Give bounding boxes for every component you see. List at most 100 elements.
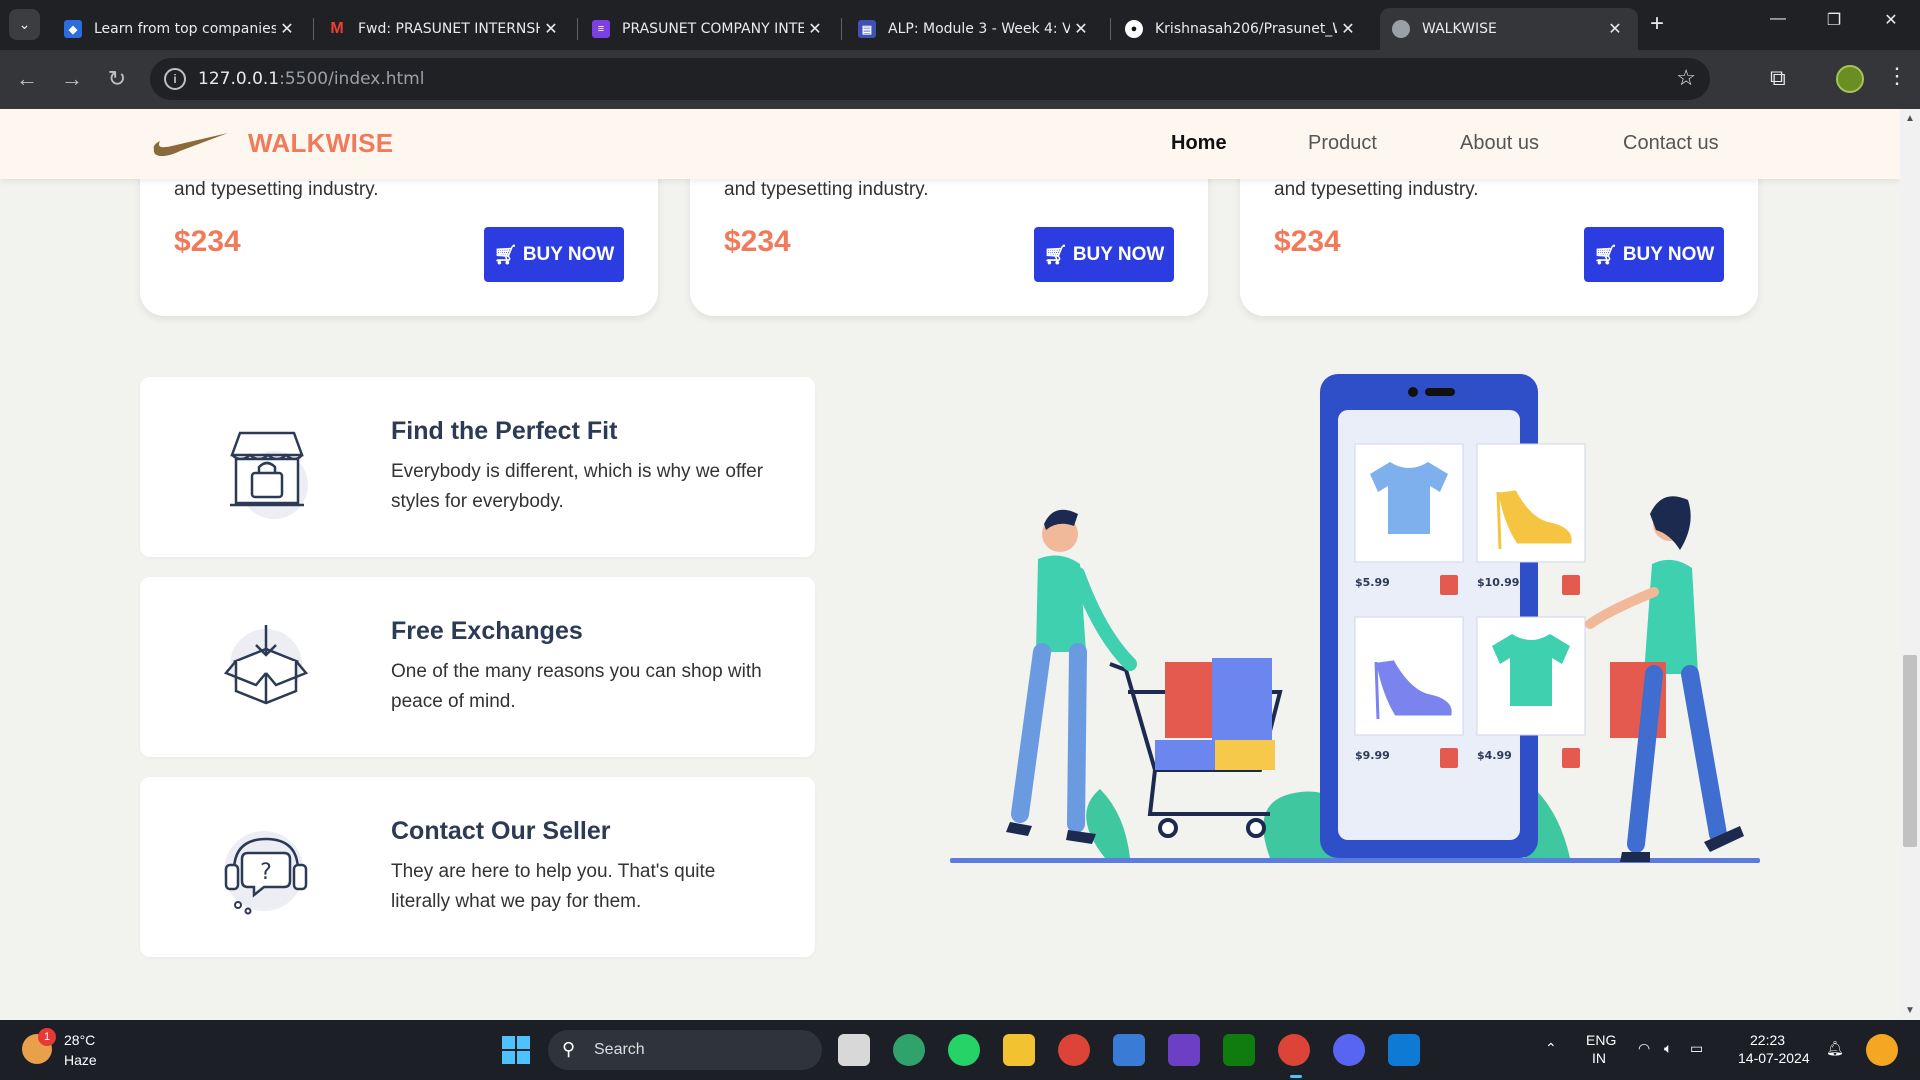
wifi-icon[interactable]: ◠ [1638, 1040, 1650, 1057]
illustration-price: $10.99 [1477, 576, 1519, 589]
brand-name[interactable]: WALKWISE [248, 128, 393, 159]
illustration-price: $5.99 [1355, 576, 1390, 589]
reload-icon[interactable]: ↻ [102, 66, 132, 92]
tab-close-icon[interactable]: ✕ [1070, 19, 1092, 39]
buy-now-label: BUY NOW [522, 243, 615, 265]
xbox-icon[interactable] [1223, 1034, 1255, 1066]
browser-tab-strip: ⌄ ◆ Learn from top companies ✕ M Fwd: PR… [0, 0, 1920, 50]
site-header: WALKWISE Home Product About us Contact u… [0, 109, 1900, 179]
tab-separator [841, 18, 842, 40]
feature-title: Find the Perfect Fit [391, 417, 618, 445]
back-arrow-icon[interactable]: ← [12, 66, 42, 92]
clock-date[interactable]: 14-07-2024 [1738, 1050, 1810, 1066]
illustration-price: $9.99 [1355, 749, 1390, 762]
whatsapp-icon[interactable] [948, 1034, 980, 1066]
forms-icon: ≡ [592, 20, 610, 38]
product-price: $234 [724, 225, 791, 258]
extensions-puzzle-icon[interactable]: ⧉ [1770, 65, 1786, 91]
page-viewport: and typesetting industry. $234 🛒︎ BUY NO… [0, 109, 1900, 1020]
close-window-icon[interactable]: ✕ [1871, 10, 1911, 30]
new-tab-plus-icon[interactable]: + [1650, 10, 1664, 38]
minimize-icon[interactable]: — [1758, 10, 1798, 28]
nav-product[interactable]: Product [1308, 132, 1377, 155]
vscode-icon[interactable] [1388, 1034, 1420, 1066]
scroll-down-arrow-icon[interactable]: ▼ [1905, 1005, 1915, 1016]
language-indicator[interactable]: ENG [1586, 1032, 1616, 1048]
weather-condition: Haze [64, 1052, 97, 1068]
buy-now-button[interactable]: 🛒︎ BUY NOW [484, 227, 624, 282]
feature-card: Free Exchanges One of the many reasons y… [140, 577, 815, 757]
task-view-icon[interactable] [838, 1034, 870, 1066]
show-hidden-icons-chevron-icon[interactable]: ⌃ [1545, 1040, 1557, 1057]
discord-icon[interactable] [1333, 1034, 1365, 1066]
app-icon[interactable] [1168, 1034, 1200, 1066]
volume-icon[interactable]: 🔈︎ [1664, 1040, 1672, 1057]
notifications-bell-icon[interactable]: 🔔︎ [1826, 1040, 1844, 1057]
browser-menu-icon[interactable]: ⋮ [1886, 63, 1908, 89]
battery-icon[interactable]: ▭ [1690, 1040, 1703, 1057]
tab-github-repo[interactable]: ● Krishnasah206/Prasunet_W ✕ [1113, 8, 1371, 50]
tab-close-icon[interactable]: ✕ [540, 19, 562, 39]
region-indicator[interactable]: IN [1592, 1050, 1606, 1066]
tab-title: PRASUNET COMPANY INTE [622, 21, 804, 37]
url-path: :5500/index.html [279, 69, 425, 89]
windows-taskbar: 1 28°C Haze ⚲ Search ⌃ ENG IN ◠ 🔈︎ ▭ 22:… [0, 1020, 1920, 1080]
active-app-indicator [1290, 1075, 1302, 1078]
tab-favicon-icon: ◆ [64, 20, 82, 38]
forward-arrow-icon[interactable]: → [57, 66, 87, 92]
tab-close-icon[interactable]: ✕ [804, 19, 826, 39]
nav-home[interactable]: Home [1171, 132, 1227, 155]
tab-close-icon[interactable]: ✕ [1604, 19, 1626, 39]
nav-about-us[interactable]: About us [1460, 132, 1539, 155]
feature-card: Find the Perfect Fit Everybody is differ… [140, 377, 815, 557]
chrome-active-icon[interactable] [1278, 1034, 1310, 1066]
tab-search-menu-button[interactable]: ⌄ [9, 9, 40, 40]
box-exchange-icon [223, 625, 309, 705]
tab-title: WALKWISE [1422, 21, 1497, 37]
address-bar[interactable]: i 127.0.0.1:5500/index.html ☆ [150, 58, 1710, 100]
tab-gmail-fwd[interactable]: M Fwd: PRASUNET INTERNSH ✕ [316, 8, 574, 50]
tab-close-icon[interactable]: ✕ [276, 19, 298, 39]
taskbar-search[interactable]: ⚲ Search [548, 1030, 822, 1070]
page-scrollbar[interactable]: ▲ ▼ [1900, 109, 1920, 1020]
scrollbar-thumb[interactable] [1903, 655, 1917, 847]
tab-alp-module[interactable]: ▤ ALP: Module 3 - Week 4: V ✕ [846, 8, 1104, 50]
tab-walkwise[interactable]: WALKWISE ✕ [1380, 8, 1638, 50]
product-price: $234 [174, 225, 241, 258]
feature-text: One of the many reasons you can shop wit… [391, 661, 762, 712]
globe-icon [1392, 20, 1410, 38]
clock-time[interactable]: 22:23 [1750, 1032, 1785, 1048]
weather-temperature: 28°C [64, 1032, 96, 1048]
tab-separator [1110, 18, 1111, 40]
feature-title: Contact Our Seller [391, 817, 611, 845]
store-bag-icon [230, 431, 308, 519]
headset-support-icon: ? [224, 831, 308, 915]
tab-separator [577, 18, 578, 40]
chrome-icon[interactable] [1058, 1034, 1090, 1066]
copilot-icon[interactable] [1866, 1034, 1898, 1066]
tab-learn-from-top-companies[interactable]: ◆ Learn from top companies ✕ [52, 8, 310, 50]
url-text[interactable]: 127.0.0.1:5500/index.html [198, 69, 424, 89]
buy-now-button[interactable]: 🛒︎ BUY NOW [1034, 227, 1174, 282]
buy-now-label: BUY NOW [1622, 243, 1715, 265]
tab-title: ALP: Module 3 - Week 4: V [888, 21, 1070, 37]
tab-close-icon[interactable]: ✕ [1337, 19, 1359, 39]
scroll-up-arrow-icon[interactable]: ▲ [1905, 113, 1915, 124]
tab-prasunet-company[interactable]: ≡ PRASUNET COMPANY INTE ✕ [580, 8, 838, 50]
nav-contact-us[interactable]: Contact us [1623, 132, 1719, 155]
windows-start-icon[interactable] [502, 1036, 530, 1064]
tab-title: Krishnasah206/Prasunet_W [1155, 21, 1337, 37]
buy-now-button[interactable]: 🛒︎ BUY NOW [1584, 227, 1724, 282]
swoosh-logo-icon[interactable] [150, 129, 230, 159]
edge-icon[interactable] [893, 1034, 925, 1066]
store-icon[interactable] [1113, 1034, 1145, 1066]
product-description: and typesetting industry. [724, 179, 929, 200]
bookmark-star-icon[interactable]: ☆ [1676, 65, 1696, 91]
tab-separator [313, 18, 314, 40]
cart-icon: 🛒︎ [493, 244, 518, 266]
profile-avatar[interactable] [1836, 65, 1864, 93]
restore-icon[interactable]: ❐ [1814, 10, 1854, 30]
site-info-icon[interactable]: i [164, 68, 186, 90]
cart-icon: 🛒︎ [1593, 244, 1618, 266]
file-explorer-icon[interactable] [1003, 1034, 1035, 1066]
